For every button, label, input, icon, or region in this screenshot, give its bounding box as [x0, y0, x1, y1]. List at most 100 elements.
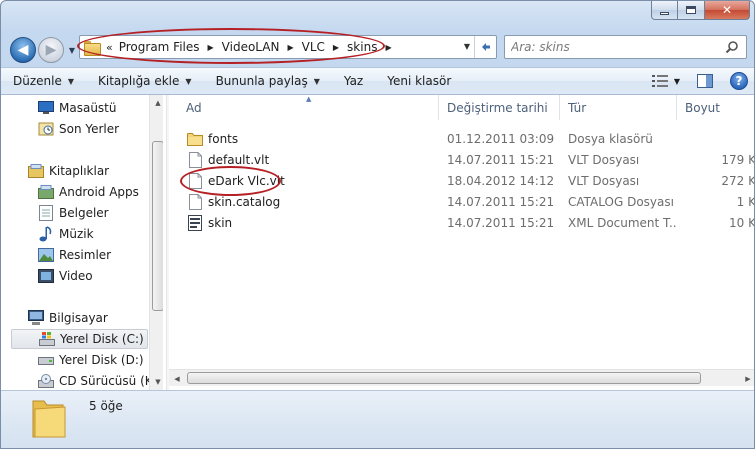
main-area: Masaüstü Son Yerler Kitaplıklar Android …: [1, 95, 755, 390]
nav-item-android-apps[interactable]: Android Apps: [38, 182, 148, 202]
recent-pages-button[interactable]: ▼: [66, 44, 78, 56]
file-icon: [187, 151, 203, 168]
burn-label: Yaz: [343, 74, 364, 88]
nav-item-computer[interactable]: Bilgisayar: [28, 308, 148, 328]
scrollbar-thumb[interactable]: [152, 141, 163, 311]
file-row[interactable]: default.vlt 14.07.2011 15:21 VLT Dosyası…: [169, 149, 754, 170]
column-header-name[interactable]: Ad ▲: [169, 95, 439, 120]
scroll-left-icon[interactable]: ◀: [169, 370, 185, 387]
nav-item-label: Belgeler: [59, 206, 109, 220]
file-row[interactable]: skin.catalog 14.07.2011 15:21 CATALOG Do…: [169, 191, 755, 212]
column-header-type[interactable]: Tür: [560, 95, 677, 120]
forward-button[interactable]: ▶: [38, 37, 64, 63]
documents-icon: [38, 205, 54, 221]
include-in-library-button[interactable]: Kitaplığa ekle ▼: [86, 68, 204, 94]
preview-pane-button[interactable]: [688, 68, 722, 94]
breadcrumb-separator-icon[interactable]: ▶: [287, 43, 293, 52]
change-view-button[interactable]: ▼: [644, 68, 688, 94]
music-icon: [38, 226, 54, 242]
breadcrumb-vlc[interactable]: VLC: [302, 40, 325, 54]
close-button[interactable]: ✕: [705, 1, 750, 20]
file-name: fonts: [208, 131, 239, 146]
nav-item-recent-places[interactable]: Son Yerler: [38, 119, 148, 139]
minimize-button[interactable]: [651, 1, 678, 20]
address-bar[interactable]: « Program Files ▶ VideoLAN ▶ VLC ▶ skins…: [79, 35, 497, 59]
maximize-button[interactable]: [678, 1, 705, 20]
horizontal-scrollbar[interactable]: ◀ ▶: [169, 369, 754, 387]
share-with-button[interactable]: Bununla paylaş ▼: [204, 68, 332, 94]
refresh-icon: [481, 43, 490, 51]
folder-icon: [187, 131, 203, 147]
breadcrumb-skins[interactable]: skins: [347, 40, 377, 54]
file-size: 10 K: [729, 215, 755, 230]
search-box[interactable]: [504, 35, 747, 59]
item-count: 5 öğe: [89, 399, 123, 413]
scroll-right-icon[interactable]: ▶: [740, 370, 754, 387]
scroll-down-icon[interactable]: ▼: [150, 374, 163, 390]
navigation-pane: Masaüstü Son Yerler Kitaplıklar Android …: [1, 95, 163, 390]
column-headers: Ad ▲ Değiştirme tarihi Tür Boyut: [169, 95, 754, 120]
file-size: 1 K: [736, 194, 755, 209]
organize-label: Düzenle: [13, 74, 62, 88]
nav-item-documents[interactable]: Belgeler: [38, 203, 148, 223]
preview-pane-icon: [697, 74, 713, 88]
nav-item-libraries[interactable]: Kitaplıklar: [28, 161, 148, 181]
computer-icon: [28, 310, 44, 326]
file-row[interactable]: fonts 01.12.2011 03:09 Dosya klasörü: [169, 128, 754, 149]
new-folder-label: Yeni klasör: [387, 74, 452, 88]
libraries-icon: [28, 163, 44, 179]
file-row[interactable]: eDark Vlc.vlt 18.04.2012 14:12 VLT Dosya…: [169, 170, 755, 191]
nav-item-label: Video: [59, 269, 93, 283]
navigation-bar: ◀ ▶ ▼ « Program Files ▶ VideoLAN ▶ VLC ▶…: [1, 29, 754, 67]
breadcrumb-videolan[interactable]: VideoLAN: [222, 40, 280, 54]
navigation-scrollbar[interactable]: ▲ ▼: [149, 95, 163, 390]
address-dropdown-icon[interactable]: ▼: [464, 42, 470, 51]
file-type: VLT Dosyası: [568, 152, 640, 167]
burn-button[interactable]: Yaz: [332, 68, 375, 94]
caption-buttons: ✕: [651, 1, 750, 21]
column-header-label: Boyut: [685, 100, 720, 115]
command-bar: Düzenle ▼ Kitaplığa ekle ▼ Bununla payla…: [1, 67, 754, 95]
nav-item-local-disk-d[interactable]: Yerel Disk (D:): [38, 350, 148, 370]
pictures-icon: [38, 247, 54, 263]
nav-item-label: Yerel Disk (D:): [59, 353, 144, 367]
breadcrumb-separator-icon[interactable]: ▶: [333, 43, 339, 52]
nav-item-label: Yerel Disk (C:): [60, 332, 144, 346]
column-header-date[interactable]: Değiştirme tarihi: [439, 95, 560, 120]
help-button[interactable]: ?: [722, 68, 754, 94]
nav-item-cd-drive-k[interactable]: CD Sürücüsü (K:): [38, 371, 161, 390]
nav-item-local-disk-c[interactable]: Yerel Disk (C:): [11, 329, 148, 349]
scroll-up-icon[interactable]: ▲: [150, 95, 163, 111]
xml-file-icon: [187, 214, 203, 231]
new-folder-button[interactable]: Yeni klasör: [375, 68, 463, 94]
file-list-pane: Ad ▲ Değiştirme tarihi Tür Boyut fonts 0…: [169, 95, 755, 390]
column-header-size[interactable]: Boyut: [677, 95, 754, 120]
search-input[interactable]: [511, 40, 722, 54]
share-with-label: Bununla paylaş: [215, 74, 308, 88]
breadcrumb-separator-icon[interactable]: ▶: [208, 43, 214, 52]
nav-item-music[interactable]: Müzik: [38, 224, 148, 244]
scrollbar-thumb[interactable]: [187, 372, 701, 384]
back-arrow-icon: ◀: [17, 42, 29, 58]
file-size: 272 K: [721, 173, 755, 188]
video-icon: [38, 268, 54, 284]
cd-drive-icon: [38, 373, 54, 389]
breadcrumb-separator-icon[interactable]: ▶: [385, 43, 391, 52]
include-in-library-label: Kitaplığa ekle: [98, 74, 180, 88]
nav-item-video[interactable]: Video: [38, 266, 148, 286]
file-date: 14.07.2011 15:21: [447, 152, 555, 167]
search-icon[interactable]: [722, 37, 742, 57]
refresh-button[interactable]: [474, 36, 496, 58]
file-icon: [187, 172, 203, 189]
nav-item-label: Müzik: [59, 227, 94, 241]
breadcrumb-program-files[interactable]: Program Files: [119, 40, 200, 54]
file-name: skin: [208, 215, 233, 230]
breadcrumb-overflow[interactable]: «: [106, 41, 113, 54]
organize-button[interactable]: Düzenle ▼: [1, 68, 86, 94]
back-button[interactable]: ◀: [10, 37, 36, 63]
nav-item-desktop[interactable]: Masaüstü: [38, 98, 148, 118]
nav-item-label: Masaüstü: [59, 101, 117, 115]
nav-item-pictures[interactable]: Resimler: [38, 245, 148, 265]
file-row[interactable]: skin 14.07.2011 15:21 XML Document T... …: [169, 212, 755, 233]
library-icon: [38, 184, 54, 200]
